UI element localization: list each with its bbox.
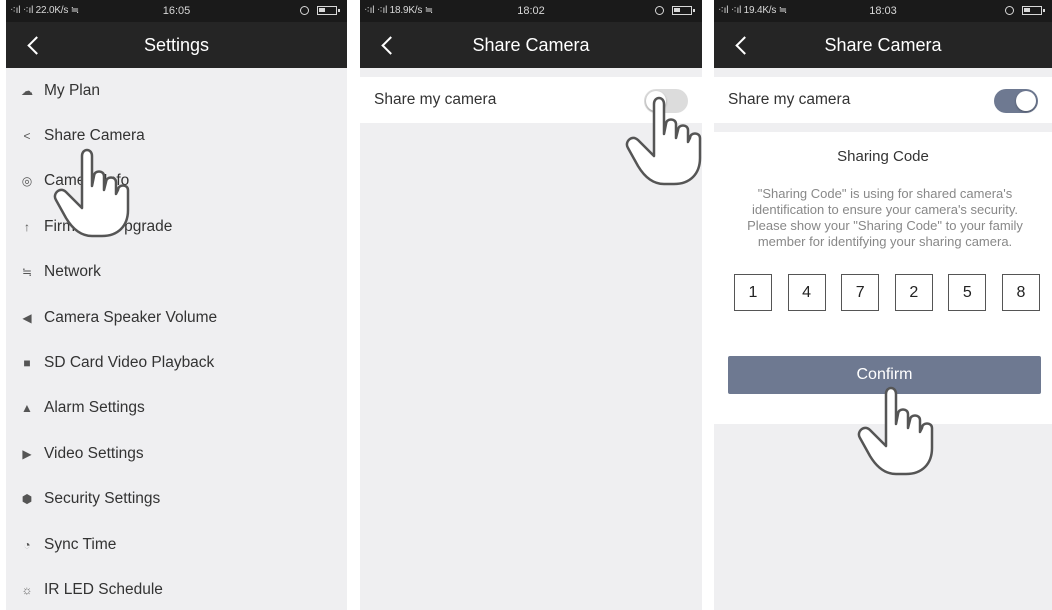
menu-item-label: Sync Time — [44, 535, 117, 553]
share-camera-label: Share my camera — [374, 91, 497, 108]
code-digit-box[interactable]: 7 — [841, 274, 880, 311]
alarm-clock-icon — [300, 6, 309, 15]
menu-item-label: SD Card Video Playback — [44, 354, 215, 372]
battery-icon — [317, 6, 340, 15]
video-play-icon: ▶ — [22, 446, 32, 461]
sharing-code-digits: 1 4 7 2 5 8 — [734, 274, 1040, 311]
code-digit-box[interactable]: 2 — [894, 274, 933, 311]
settings-screen: ⁖ıl ⁖ıl 22.0K/s ≒ 16:05 Settings ☁ My Pla… — [6, 0, 347, 610]
sharing-code-description: "Sharing Code" is using for shared camer… — [747, 186, 1023, 249]
menu-item-label: My Plan — [44, 81, 100, 99]
ir-led-icon: ☼ — [21, 582, 33, 597]
camera-icon: ◎ — [21, 174, 33, 189]
toggle-knob — [1016, 91, 1036, 111]
menu-item-network[interactable]: ≒ Network — [6, 250, 347, 295]
page-title: Share Camera — [824, 35, 942, 55]
nav-bar: Share Camera — [714, 22, 1052, 68]
status-time: 18:03 — [869, 5, 897, 17]
menu-item-sync-time[interactable]: ◔ Sync Time — [6, 522, 347, 567]
speaker-icon: ◀ — [22, 310, 32, 325]
cloud-icon: ☁ — [21, 83, 33, 98]
code-digit-box[interactable]: 4 — [787, 274, 826, 311]
menu-item-speaker-volume[interactable]: ◀ Camera Speaker Volume — [6, 295, 347, 340]
menu-item-label: Camera Speaker Volume — [44, 308, 218, 326]
menu-item-sd-card-playback[interactable]: ■ SD Card Video Playback — [6, 340, 347, 385]
tap-hand-icon — [625, 96, 702, 186]
menu-item-label: IR LED Schedule — [44, 580, 163, 598]
menu-item-label: Security Settings — [44, 490, 161, 508]
status-time: 18:02 — [517, 5, 545, 17]
menu-item-my-plan[interactable]: ☁ My Plan — [6, 68, 347, 113]
menu-item-label: Network — [44, 263, 101, 281]
code-digit-box[interactable]: 5 — [948, 274, 987, 311]
status-bar: ⁖ıl ⁖ıl 18.9K/s ≒ 18:02 — [360, 0, 702, 22]
share-camera-row: Share my camera — [714, 77, 1052, 123]
sharing-code-title: Sharing Code — [837, 148, 929, 165]
nav-bar: Settings — [6, 22, 347, 68]
menu-item-label: Video Settings — [44, 444, 144, 462]
menu-item-alarm-settings[interactable]: ▲ Alarm Settings — [6, 386, 347, 431]
share-camera-toggle[interactable] — [994, 89, 1038, 113]
wifi-icon: ≒ — [21, 265, 33, 280]
page-title: Settings — [143, 35, 210, 55]
menu-item-video-settings[interactable]: ▶ Video Settings — [6, 431, 347, 476]
status-bar: ⁖ıl ⁖ıl 22.0K/s ≒ 16:05 — [6, 0, 347, 22]
nav-bar: Share Camera — [360, 22, 702, 68]
menu-item-label: Alarm Settings — [44, 399, 145, 417]
page-title: Share Camera — [472, 35, 590, 55]
battery-icon — [672, 6, 695, 15]
share-camera-label: Share my camera — [728, 91, 851, 108]
share-camera-screen-off: ⁖ıl ⁖ıl 18.9K/s ≒ 18:02 Share Camera Sha… — [360, 0, 702, 610]
share-icon: < — [23, 129, 31, 144]
alarm-warning-icon: ▲ — [21, 401, 33, 416]
menu-item-security-settings[interactable]: ⬢ Security Settings — [6, 477, 347, 522]
share-camera-screen-on: ⁖ıl ⁖ıl 19.4K/s ≒ 18:03 Share Camera Sha… — [714, 0, 1052, 610]
shield-icon: ⬢ — [21, 492, 33, 507]
code-digit-box[interactable]: 1 — [734, 274, 772, 311]
code-digit-box[interactable]: 8 — [1001, 274, 1040, 311]
clock-icon: ◔ — [23, 537, 31, 552]
sharing-code-panel: Sharing Code "Sharing Code" is using for… — [714, 132, 1052, 424]
battery-icon — [1022, 6, 1045, 15]
tap-hand-icon — [53, 148, 130, 238]
tap-hand-icon — [857, 386, 934, 476]
upgrade-arrow-icon: ↑ — [24, 219, 30, 234]
alarm-clock-icon — [655, 6, 664, 15]
menu-item-label: Share Camera — [44, 127, 145, 145]
status-bar: ⁖ıl ⁖ıl 19.4K/s ≒ 18:03 — [714, 0, 1052, 22]
alarm-clock-icon — [1005, 6, 1014, 15]
status-time: 16:05 — [162, 5, 191, 17]
menu-item-ir-led-schedule[interactable]: ☼ IR LED Schedule — [6, 567, 347, 610]
sd-card-icon: ■ — [23, 356, 31, 371]
